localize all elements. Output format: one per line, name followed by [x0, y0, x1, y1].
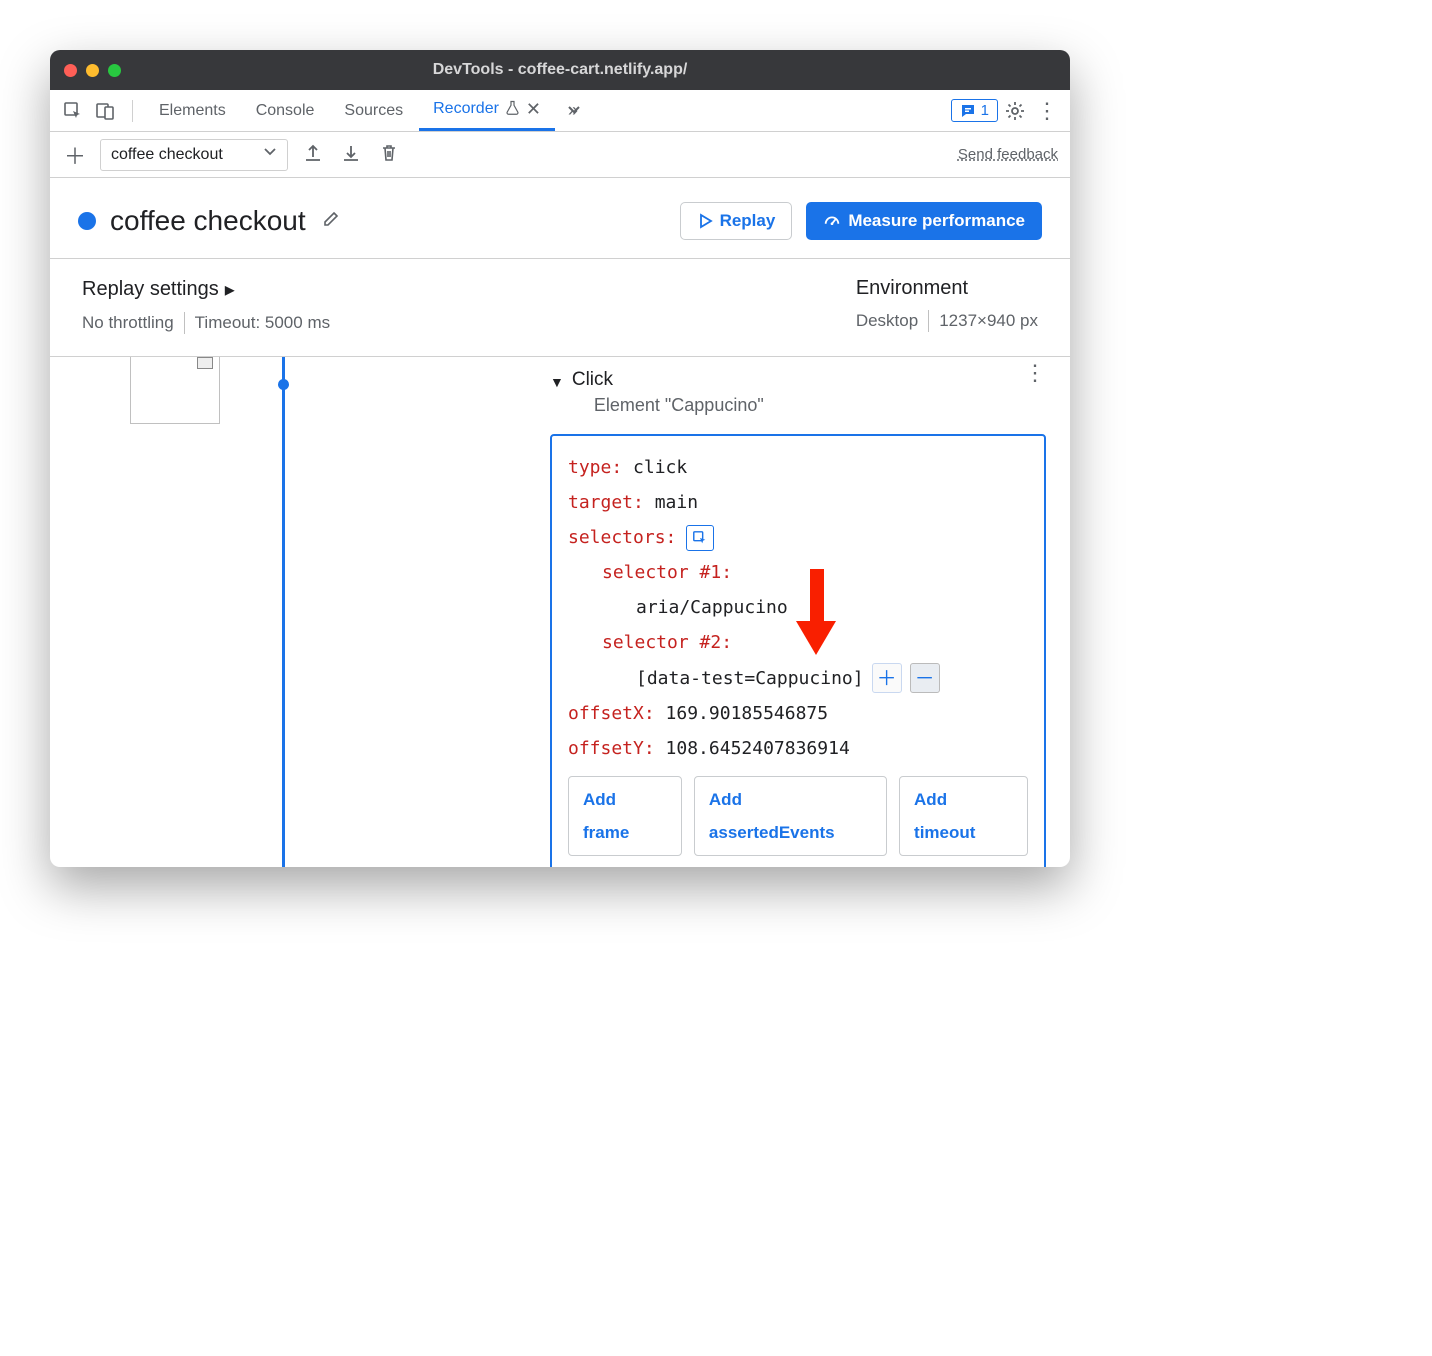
prop-selectors-key: selectors — [568, 527, 666, 548]
inspect-icon[interactable] — [58, 96, 88, 126]
annotation-arrow-icon — [792, 569, 840, 662]
recording-header: coffee checkout Replay Measure performan… — [50, 178, 1070, 259]
recording-title: coffee checkout — [110, 205, 306, 237]
traffic-lights — [64, 64, 121, 77]
recording-select-value: coffee checkout — [111, 146, 223, 164]
window-titlebar: DevTools - coffee-cart.netlify.app/ — [50, 50, 1070, 90]
replay-button-label: Replay — [720, 211, 776, 231]
environment-section: Environment Desktop 1237×940 px — [856, 277, 1038, 334]
add-frame-button[interactable]: Add frame — [568, 776, 682, 856]
gear-icon[interactable] — [1000, 96, 1030, 126]
throttling-value: No throttling — [82, 313, 174, 333]
recording-indicator-icon — [78, 212, 96, 230]
prop-offsetx-key: offsetX — [568, 703, 644, 724]
divider — [184, 312, 185, 334]
divider — [132, 100, 133, 122]
recorder-toolbar: ＋ coffee checkout Send feedback — [50, 132, 1070, 178]
thumbnail-column — [50, 357, 270, 849]
panel-tabs: Elements Console Sources Recorder ✕ » 1 … — [50, 90, 1070, 132]
edit-title-icon[interactable] — [322, 208, 342, 234]
tab-sources[interactable]: Sources — [330, 90, 417, 131]
selector1-value[interactable]: aria/Cappucino — [636, 597, 788, 618]
import-icon[interactable] — [338, 143, 364, 166]
prop-offsety-key: offsetY — [568, 738, 644, 759]
minimize-window-icon[interactable] — [86, 64, 99, 77]
kebab-menu-icon[interactable]: ⋮ — [1032, 96, 1062, 126]
add-timeout-button[interactable]: Add timeout — [899, 776, 1028, 856]
recording-select[interactable]: coffee checkout — [100, 139, 288, 171]
device-value: Desktop — [856, 311, 918, 331]
send-feedback-link[interactable]: Send feedback — [958, 146, 1058, 163]
selector2-key: selector #2 — [602, 632, 721, 653]
issues-count: 1 — [981, 102, 989, 119]
replay-settings-section: Replay settings ▸ No throttling Timeout:… — [82, 277, 330, 334]
device-mode-icon[interactable] — [90, 96, 120, 126]
close-tab-icon[interactable]: ✕ — [526, 99, 541, 120]
timeout-value: Timeout: 5000 ms — [195, 313, 330, 333]
timeline-node-icon — [278, 379, 289, 390]
replay-button[interactable]: Replay — [680, 202, 793, 240]
maximize-window-icon[interactable] — [108, 64, 121, 77]
recording-meta: Replay settings ▸ No throttling Timeout:… — [50, 259, 1070, 357]
measure-button-label: Measure performance — [848, 211, 1025, 231]
step-subtitle: Element "Cappucino" — [594, 395, 764, 416]
prop-target-value[interactable]: main — [655, 492, 698, 513]
delete-icon[interactable] — [376, 143, 402, 166]
chevron-down-icon — [263, 145, 277, 164]
step-menu-icon[interactable]: ⋮ — [1024, 369, 1046, 377]
step-title: Click — [572, 369, 764, 391]
new-recording-icon[interactable]: ＋ — [62, 139, 88, 171]
add-selector-button[interactable]: ＋ — [872, 663, 902, 693]
caret-down-icon[interactable]: ▼ — [550, 374, 564, 390]
add-asserted-events-button[interactable]: Add assertedEvents — [694, 776, 887, 856]
more-tabs-icon[interactable]: » — [557, 96, 587, 126]
selector2-value[interactable]: [data-test=Cappucino] — [636, 661, 864, 696]
devtools-window: DevTools - coffee-cart.netlify.app/ Elem… — [50, 50, 1070, 867]
export-icon[interactable] — [300, 143, 326, 166]
window-title: DevTools - coffee-cart.netlify.app/ — [433, 61, 688, 79]
viewport-value: 1237×940 px — [939, 311, 1038, 331]
caret-right-icon: ▸ — [225, 277, 235, 302]
close-window-icon[interactable] — [64, 64, 77, 77]
prop-type-key: type — [568, 457, 611, 478]
step-thumbnail[interactable] — [130, 357, 220, 424]
replay-settings-heading[interactable]: Replay settings ▸ — [82, 277, 330, 302]
remove-selector-button[interactable]: － — [910, 663, 940, 693]
pick-selector-icon[interactable] — [686, 525, 714, 551]
prop-offsety-value[interactable]: 108.6452407836914 — [666, 738, 850, 759]
measure-performance-button[interactable]: Measure performance — [806, 202, 1042, 240]
tab-recorder[interactable]: Recorder ✕ — [419, 90, 555, 131]
issues-badge[interactable]: 1 — [951, 99, 998, 122]
flask-icon — [505, 100, 520, 119]
prop-offsetx-value[interactable]: 169.90185546875 — [666, 703, 829, 724]
timeline-line — [282, 357, 285, 867]
divider — [928, 310, 929, 332]
environment-heading: Environment — [856, 277, 1038, 300]
selector1-key: selector #1 — [602, 562, 721, 583]
steps-area: ▼ Click Element "Cappucino" ⋮ type: clic… — [50, 357, 1070, 867]
tab-recorder-label: Recorder — [433, 100, 499, 118]
tab-elements[interactable]: Elements — [145, 90, 240, 131]
prop-target-key: target — [568, 492, 633, 513]
prop-type-value[interactable]: click — [633, 457, 687, 478]
tab-console[interactable]: Console — [242, 90, 329, 131]
